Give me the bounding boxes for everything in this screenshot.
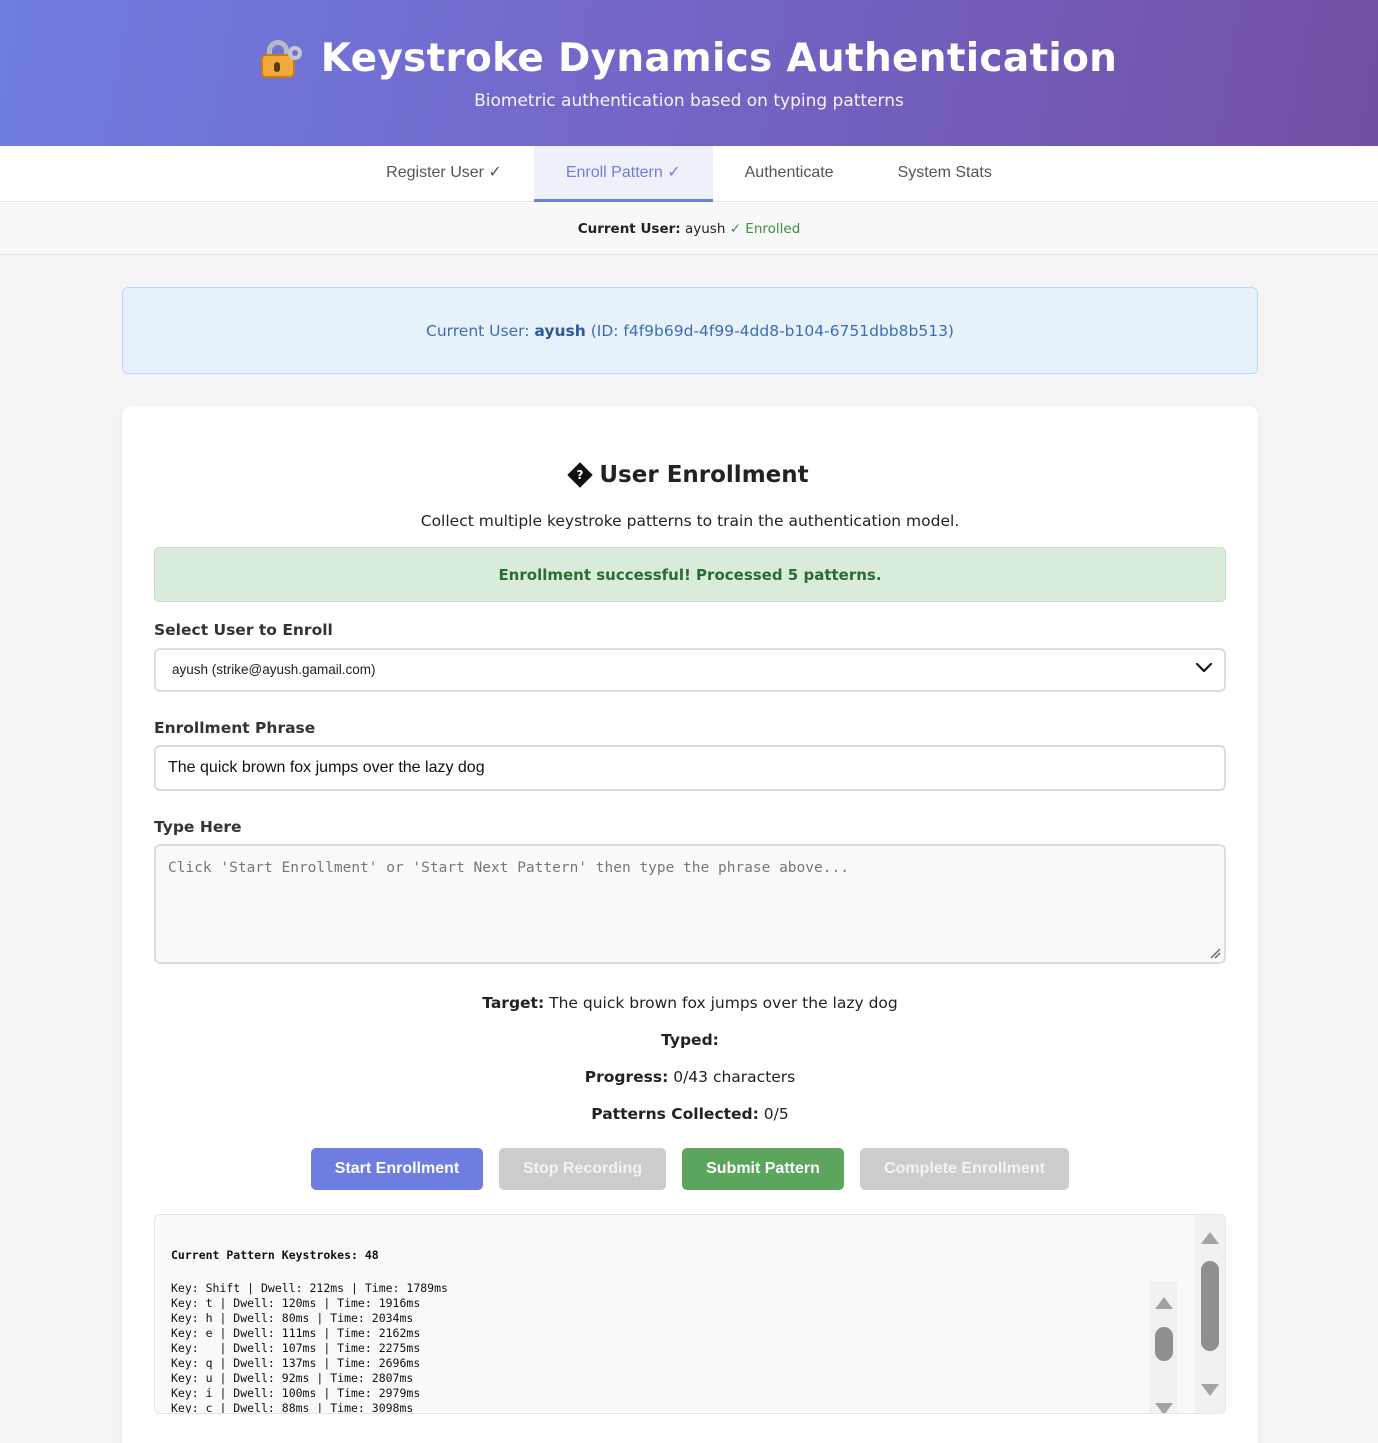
enrollment-card: ? User Enrollment Collect multiple keyst… bbox=[122, 406, 1258, 1443]
type-here-label: Type Here bbox=[154, 818, 242, 836]
target-label: Target: bbox=[482, 994, 545, 1012]
progress-value: 0/43 characters bbox=[673, 1068, 796, 1086]
typed-label: Typed: bbox=[661, 1031, 719, 1049]
scroll-up-arrow-icon[interactable] bbox=[1155, 1297, 1173, 1309]
chevron-down-icon bbox=[1196, 662, 1212, 673]
scroll-down-arrow-icon[interactable] bbox=[1155, 1403, 1173, 1413]
enrolled-status: ✓ Enrolled bbox=[729, 221, 801, 237]
user-select-value: ayush (strike@ayush.gamail.com) bbox=[172, 662, 376, 677]
success-alert: Enrollment successful! Processed 5 patte… bbox=[154, 547, 1226, 602]
log-line: Key: Shift | Dwell: 212ms | Time: 1789ms bbox=[171, 1281, 448, 1295]
progress-stat: Progress: 0/43 characters bbox=[122, 1068, 1258, 1086]
tab-register-user[interactable]: Register User ✓ bbox=[354, 146, 534, 202]
outer-scrollbar[interactable] bbox=[1195, 1215, 1225, 1413]
inner-scroll-thumb[interactable] bbox=[1155, 1327, 1173, 1361]
submit-pattern-button[interactable]: Submit Pattern bbox=[682, 1148, 844, 1190]
keystroke-log[interactable]: Current Pattern Keystrokes: 48 Key: Shif… bbox=[154, 1214, 1226, 1414]
log-line: Key: q | Dwell: 137ms | Time: 2696ms bbox=[171, 1356, 421, 1370]
typing-textarea[interactable]: Click 'Start Enrollment' or 'Start Next … bbox=[154, 844, 1226, 964]
enrollment-description: Collect multiple keystroke patterns to t… bbox=[420, 512, 960, 530]
tab-bar: Register User ✓ Enroll Pattern ✓ Authent… bbox=[0, 146, 1378, 202]
patterns-label: Patterns Collected: bbox=[591, 1105, 759, 1123]
keystroke-log-heading: Current Pattern Keystrokes: 48 bbox=[171, 1248, 379, 1262]
log-line: Key: c | Dwell: 88ms | Time: 3098ms bbox=[171, 1401, 414, 1414]
current-user-label: Current User: bbox=[577, 221, 681, 237]
progress-label: Progress: bbox=[584, 1068, 669, 1086]
log-line: Key: i | Dwell: 100ms | Time: 2979ms bbox=[171, 1386, 421, 1400]
scroll-up-arrow-icon[interactable] bbox=[1201, 1232, 1219, 1244]
unknown-glyph-icon: ? bbox=[567, 462, 594, 488]
resize-handle-icon[interactable] bbox=[1209, 947, 1221, 959]
enrollment-title-row: ? User Enrollment bbox=[122, 462, 1258, 488]
app-title-row: Keystroke Dynamics Authentication bbox=[0, 36, 1378, 81]
tab-enroll-pattern[interactable]: Enroll Pattern ✓ bbox=[533, 146, 713, 202]
outer-scroll-thumb[interactable] bbox=[1201, 1261, 1219, 1351]
current-user-bar: Current User: ayush ✓ Enrolled bbox=[0, 202, 1378, 255]
app-header: Keystroke Dynamics Authentication Biomet… bbox=[0, 0, 1378, 146]
log-line: Key: | Dwell: 107ms | Time: 2275ms bbox=[171, 1341, 421, 1355]
enrollment-phrase-label: Enrollment Phrase bbox=[154, 719, 316, 737]
log-line: Key: e | Dwell: 111ms | Time: 2162ms bbox=[171, 1326, 421, 1340]
inner-scrollbar[interactable] bbox=[1149, 1281, 1177, 1413]
current-user-info: Current User: ayush (ID: f4f9b69d-4f99-4… bbox=[122, 287, 1258, 374]
typed-stat: Typed: bbox=[122, 1031, 1258, 1049]
target-value: The quick brown fox jumps over the lazy … bbox=[549, 994, 898, 1012]
current-user-name: ayush bbox=[684, 221, 726, 237]
typing-placeholder: Click 'Start Enrollment' or 'Start Next … bbox=[168, 860, 849, 876]
lock-with-key-icon bbox=[260, 38, 303, 80]
stop-recording-button[interactable]: Stop Recording bbox=[499, 1148, 666, 1190]
enrollment-title: User Enrollment bbox=[599, 462, 809, 488]
info-user-id: (ID: f4f9b69d-4f99-4dd8-b104-6751dbb8b51… bbox=[590, 322, 954, 340]
start-enrollment-button[interactable]: Start Enrollment bbox=[311, 1148, 483, 1190]
info-prefix: Current User: bbox=[426, 322, 530, 340]
keystroke-log-lines: Key: Shift | Dwell: 212ms | Time: 1789ms… bbox=[171, 1281, 448, 1414]
scroll-down-arrow-icon[interactable] bbox=[1201, 1384, 1219, 1396]
patterns-stat: Patterns Collected: 0/5 bbox=[122, 1105, 1258, 1123]
target-stat: Target: The quick brown fox jumps over t… bbox=[122, 994, 1258, 1012]
enrollment-phrase-input[interactable]: The quick brown fox jumps over the lazy … bbox=[154, 745, 1226, 791]
log-line: Key: u | Dwell: 92ms | Time: 2807ms bbox=[171, 1371, 414, 1385]
info-user-name: ayush bbox=[534, 322, 586, 340]
select-user-label: Select User to Enroll bbox=[154, 621, 333, 639]
tab-authenticate[interactable]: Authenticate bbox=[713, 146, 866, 202]
tab-system-stats[interactable]: System Stats bbox=[866, 146, 1024, 202]
app-subtitle: Biometric authentication based on typing… bbox=[474, 91, 904, 111]
user-select[interactable]: ayush (strike@ayush.gamail.com) bbox=[154, 648, 1226, 692]
log-line: Key: t | Dwell: 120ms | Time: 1916ms bbox=[171, 1296, 421, 1310]
app-title: Keystroke Dynamics Authentication bbox=[320, 36, 1118, 81]
log-line: Key: h | Dwell: 80ms | Time: 2034ms bbox=[171, 1311, 414, 1325]
complete-enrollment-button[interactable]: Complete Enrollment bbox=[860, 1148, 1069, 1190]
patterns-value: 0/5 bbox=[763, 1105, 789, 1123]
